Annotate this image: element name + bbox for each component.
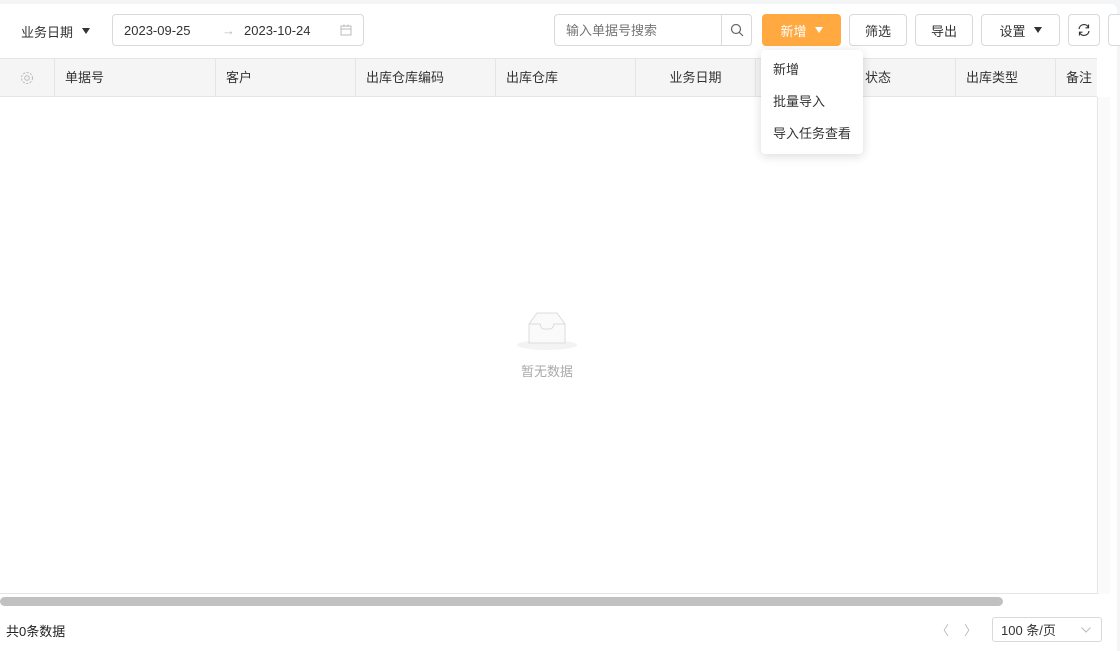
table-bottom-border [0, 593, 1097, 594]
column-header[interactable]: 业务日期 [636, 59, 756, 96]
refresh-icon [1078, 24, 1090, 36]
export-button[interactable]: 导出 [915, 14, 973, 46]
calendar-icon [340, 24, 352, 36]
caret-down-icon [82, 28, 91, 34]
prev-page-button[interactable]: 〈 [936, 620, 949, 639]
gear-icon [21, 71, 33, 84]
filter-label: 筛选 [864, 23, 891, 39]
date-type-label: 业务日期 [21, 24, 74, 40]
date-start[interactable]: 2023-09-25 [124, 23, 222, 38]
refresh-button[interactable] [1068, 14, 1100, 46]
settings-button[interactable]: 设置 [981, 14, 1060, 46]
column-header[interactable]: 客户 [216, 59, 356, 96]
horizontal-scrollbar[interactable] [0, 597, 1003, 606]
search-icon [730, 23, 743, 37]
caret-down-icon [1033, 27, 1042, 33]
column-header[interactable]: 单据号 [55, 59, 216, 96]
next-page-button[interactable]: 〉 [964, 620, 977, 639]
vertical-scrollbar[interactable] [1097, 97, 1110, 594]
add-button[interactable]: 新增 [762, 14, 841, 46]
caret-down-icon [814, 27, 823, 33]
menu-item-import-tasks[interactable]: 导入任务查看 [761, 118, 863, 150]
filter-button[interactable]: 筛选 [849, 14, 907, 46]
column-settings[interactable] [0, 59, 55, 96]
date-range-picker[interactable]: 2023-09-25 → 2023-10-24 [112, 14, 364, 46]
table-header: 单据号 客户 出库仓库编码 出库仓库 业务日期 状态 出库类型 备注 [0, 58, 1097, 97]
search-box [554, 14, 752, 46]
settings-label: 设置 [999, 23, 1026, 39]
search-input[interactable] [555, 15, 721, 45]
search-button[interactable] [721, 15, 751, 45]
menu-item-add[interactable]: 新增 [761, 54, 863, 86]
column-header[interactable]: 出库类型 [956, 59, 1056, 96]
empty-state: 暂无数据 [497, 310, 597, 380]
column-header[interactable]: 出库仓库 [496, 59, 636, 96]
date-end[interactable]: 2023-10-24 [244, 23, 340, 38]
add-label: 新增 [780, 23, 807, 39]
total-count: 共0条数据 [6, 624, 66, 639]
page-size-select[interactable]: 100 条/页 [992, 617, 1102, 642]
chevron-down-icon [1081, 626, 1091, 633]
more-button[interactable] [1108, 14, 1120, 46]
column-header[interactable]: 备注 [1056, 59, 1097, 96]
arrow-right-icon: → [222, 22, 235, 38]
page-size-value: 100 条/页 [1001, 623, 1056, 638]
export-label: 导出 [930, 23, 957, 39]
date-type-select[interactable]: 业务日期 [21, 21, 91, 41]
empty-inbox-icon [517, 312, 577, 350]
menu-item-batch-import[interactable]: 批量导入 [761, 86, 863, 118]
add-dropdown-menu: 新增 批量导入 导入任务查看 [761, 50, 863, 154]
empty-text: 暂无数据 [520, 364, 573, 379]
column-header[interactable]: 出库仓库编码 [356, 59, 496, 96]
